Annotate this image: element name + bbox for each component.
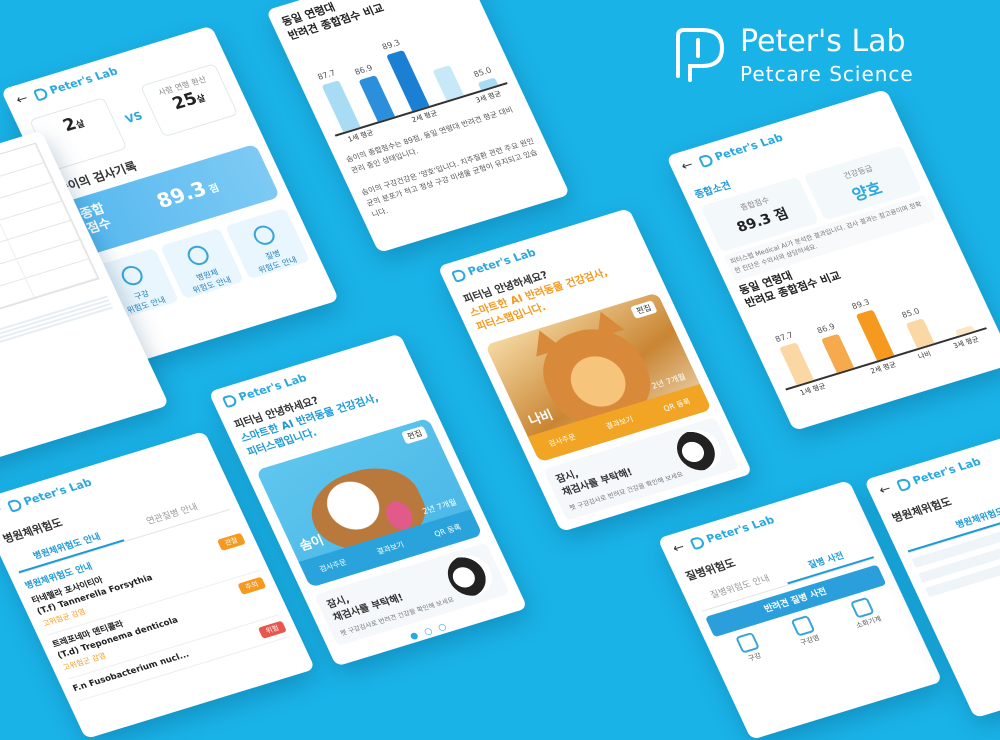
bar-value-label: 85.0 xyxy=(472,65,493,79)
tile-label: 질병 위험도 안내 xyxy=(256,248,299,275)
category-label: 구강 xyxy=(746,651,763,663)
cat-score-chart-screen: ← Peter's Lab 종합소견 종합점수 89.3 점 건강등급 양호 피터스… xyxy=(666,89,1000,431)
chart-bar: 85.0 xyxy=(900,307,935,349)
edit-button[interactable]: 편집 xyxy=(630,299,658,319)
order-test-button[interactable]: 검사주문 xyxy=(302,552,364,580)
tile-label: 병원체 위험도 안내 xyxy=(191,267,233,296)
chart-bar: 89.3 xyxy=(850,298,895,361)
category-stomatitis[interactable]: 구강염 xyxy=(790,614,821,648)
score-unit: 점 xyxy=(207,182,222,196)
x-tick-label xyxy=(846,374,850,383)
x-tick-label xyxy=(390,122,394,131)
brand-tagline: Petcare Science xyxy=(740,62,914,86)
x-tick-label xyxy=(454,102,458,111)
peters-lab-logo-icon xyxy=(32,86,50,102)
app-label: Peter's Lab xyxy=(21,475,94,509)
tooth-icon xyxy=(735,631,761,654)
category-oral[interactable]: 구강 xyxy=(735,631,766,665)
virus-icon xyxy=(250,223,278,248)
chart-bar: 87.7 xyxy=(316,68,361,132)
x-tick-label: 나비 xyxy=(916,350,933,362)
back-arrow-icon[interactable]: ← xyxy=(670,540,687,557)
peters-lab-logo-icon xyxy=(697,153,715,168)
order-test-button[interactable]: 검사주문 xyxy=(531,427,593,455)
human-age-box: 사람 연령 환산 25살 xyxy=(139,63,239,138)
qr-register-button[interactable]: QR 등록 xyxy=(417,517,479,545)
app-label: Peter's Lab xyxy=(712,131,786,164)
edit-button[interactable]: 편집 xyxy=(401,425,429,444)
category-digestive[interactable]: 소화기계 xyxy=(846,596,883,631)
tile-label: 구강 위험도 안내 xyxy=(125,288,168,316)
chart-bar: 87.7 xyxy=(774,331,815,386)
bar-value-label: 86.9 xyxy=(352,63,374,77)
chart-bar xyxy=(432,64,464,101)
peters-lab-logo-icon xyxy=(689,535,706,550)
pet-name: 나비 xyxy=(526,407,556,429)
back-arrow-icon[interactable]: ← xyxy=(877,481,894,498)
peters-lab-logo-icon xyxy=(6,497,24,513)
tooth-icon xyxy=(118,263,147,288)
chart-bar: 89.3 xyxy=(381,38,430,111)
chart-bar: 86.9 xyxy=(353,63,395,122)
vs-label: VS xyxy=(123,108,145,126)
peters-lab-logo-icon xyxy=(895,476,913,492)
stomach-icon xyxy=(849,596,875,619)
bar-value-label: 86.9 xyxy=(815,322,837,336)
back-arrow-icon[interactable]: ← xyxy=(14,91,31,108)
peters-lab-logo-icon xyxy=(221,393,239,408)
chart-bar: 85.0 xyxy=(472,65,499,90)
status-badge: 위험 xyxy=(257,620,287,639)
peters-lab-logo-icon xyxy=(676,28,725,82)
app-label: Peter's Lab xyxy=(910,454,983,488)
brand-name: Peter's Lab xyxy=(740,24,906,59)
score-value: 89.3 xyxy=(152,176,211,213)
bacteria-icon xyxy=(184,243,212,268)
chart-bar: 86.9 xyxy=(816,322,855,374)
bar-value-label: 87.7 xyxy=(773,330,795,345)
category-label: 구강염 xyxy=(798,633,821,647)
chart-bar xyxy=(954,325,975,337)
mouth-icon xyxy=(790,614,816,637)
bar-value-label: 87.7 xyxy=(315,68,337,82)
back-arrow-icon[interactable]: ← xyxy=(679,158,696,175)
back-arrow-icon[interactable]: ← xyxy=(0,502,5,519)
bar-value-label: 89.3 xyxy=(850,297,872,312)
qr-register-button[interactable]: QR 등록 xyxy=(646,391,708,419)
peters-lab-logo-icon xyxy=(450,267,468,283)
dog-score-chart-screen: 동일 연령대 반려견 종합점수 비교 87.7 86.9 89.3 85.0 1세 평… xyxy=(265,0,571,254)
bar-value-label: 89.3 xyxy=(380,37,402,52)
app-label: Peter's Lab xyxy=(704,513,777,546)
bar-value-label: 85.0 xyxy=(900,306,922,321)
home-cat-screen: Peter's Lab 피터님 안녕하세요? 스마트한 AI 반려동물 건강검사… xyxy=(437,208,753,532)
